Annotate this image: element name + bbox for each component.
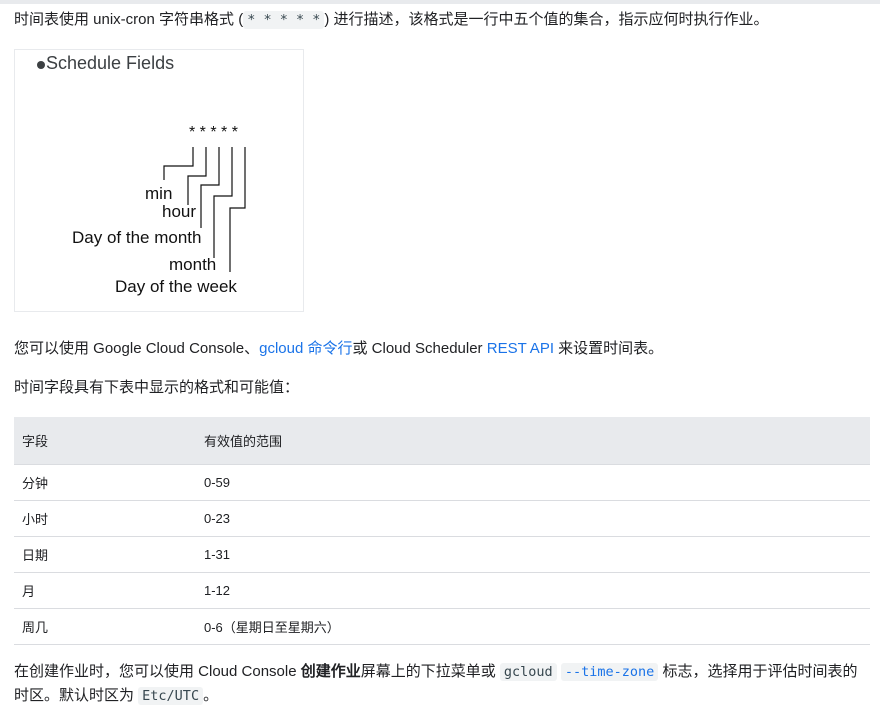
setup-text-after: 来设置时间表。	[554, 340, 664, 357]
field-cell: 日期	[14, 536, 196, 573]
table-row: 分钟 0-59	[14, 464, 870, 501]
table-row: 日期 1-31	[14, 536, 870, 573]
range-cell: 1-31	[196, 536, 870, 573]
month-label: month	[169, 255, 217, 274]
hour-connector	[187, 147, 207, 205]
hour-label: hour	[162, 202, 197, 221]
table-row: 月 1-12	[14, 572, 870, 609]
day-of-month-connector	[200, 147, 220, 228]
min-label: min	[145, 184, 173, 203]
cron-stars: * * * * *	[189, 124, 238, 141]
setup-text-middle: 或 Cloud Scheduler	[352, 340, 487, 357]
timezone-text-4: 。	[203, 687, 219, 704]
rest-api-link[interactable]: REST API	[487, 340, 554, 357]
gcloud-code: gcloud	[499, 663, 557, 681]
range-cell: 0-23	[196, 500, 870, 537]
field-cell: 月	[14, 572, 196, 609]
table-row: 小时 0-23	[14, 500, 870, 537]
range-cell: 0-6（星期日至星期六）	[196, 608, 870, 645]
timezone-text-2: 屏幕上的下拉菜单或	[360, 663, 500, 680]
time-zone-flag-code: --time-zone	[560, 663, 659, 681]
header-field: 字段	[14, 417, 196, 465]
field-cell: 分钟	[14, 464, 196, 501]
range-cell: 0-59	[196, 464, 870, 501]
field-cell: 周几	[14, 608, 196, 645]
range-cell: 1-12	[196, 572, 870, 609]
table-header-row: 字段 有效值的范围	[14, 417, 870, 465]
table-intro: 时间字段具有下表中显示的格式和可能值：	[14, 379, 300, 396]
timezone-text-1: 在创建作业时，您可以使用 Cloud Console	[14, 663, 301, 680]
gcloud-cli-link[interactable]: gcloud 命令行	[259, 340, 352, 357]
setup-text-before: 您可以使用 Google Cloud Console、	[14, 340, 260, 357]
month-connector	[213, 147, 233, 258]
default-timezone-code: Etc/UTC	[138, 687, 204, 705]
timezone-paragraph: 在创建作业时，您可以使用 Cloud Console 创建作业屏幕上的下拉菜单或…	[14, 660, 870, 708]
setup-paragraph: 您可以使用 Google Cloud Console、gcloud 命令行或 C…	[14, 337, 663, 361]
table-row: 周几 0-6（星期日至星期六）	[14, 608, 870, 645]
create-job-bold: 创建作业	[300, 663, 361, 680]
min-connector	[163, 147, 194, 180]
day-of-month-label: Day of the month	[72, 228, 202, 247]
day-of-week-label: Day of the week	[115, 277, 237, 296]
field-cell: 小时	[14, 500, 196, 537]
header-range: 有效值的范围	[196, 417, 870, 465]
time-fields-table: 字段 有效值的范围 分钟 0-59 小时 0-23 日期 1-31 月 1-12…	[14, 417, 870, 645]
